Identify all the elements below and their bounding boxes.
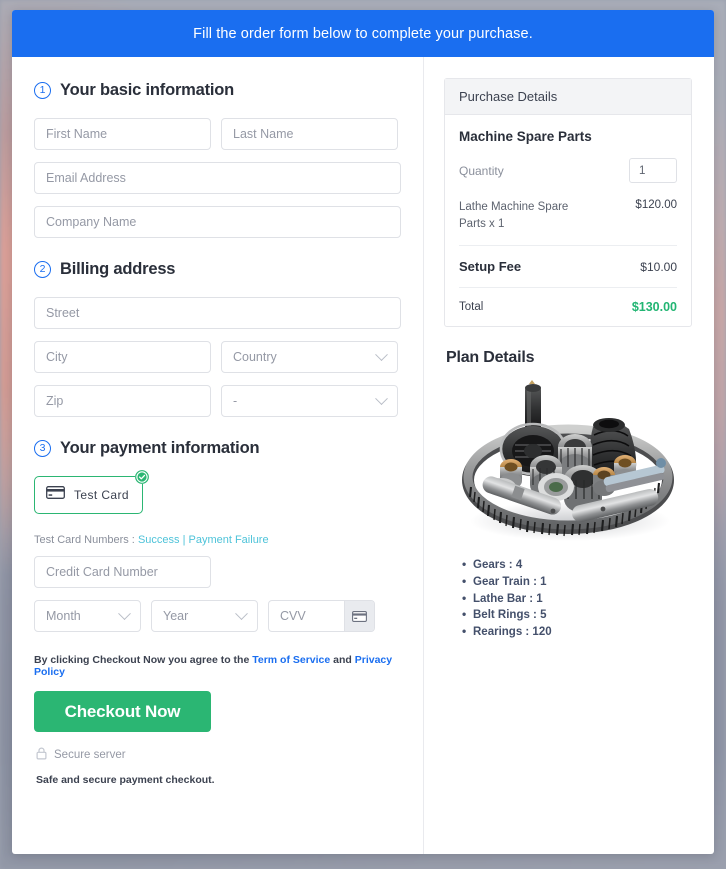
street-row: Street <box>34 297 401 329</box>
last-name-input[interactable]: Last Name <box>221 118 398 150</box>
cvv-placeholder: CVV <box>280 609 306 623</box>
machine-spare-parts-photo <box>462 380 674 542</box>
first-name-input[interactable]: First Name <box>34 118 211 150</box>
payment-method-wrapper: Test Card <box>34 470 149 514</box>
check-circle-icon <box>134 470 149 484</box>
line-item-amount: $120.00 <box>635 199 677 211</box>
credit-card-number-input[interactable]: Credit Card Number <box>34 556 211 588</box>
email-input[interactable]: Email Address <box>34 162 401 194</box>
purchase-details-body: Machine Spare Parts Quantity 1 Lathe Mac… <box>445 115 691 326</box>
line-item-row: Lathe Machine Spare Parts x 1 $120.00 <box>459 199 677 247</box>
chevron-down-icon <box>375 391 388 405</box>
country-select[interactable]: Country <box>221 341 398 373</box>
banner-text: Fill the order form below to complete yo… <box>193 25 533 42</box>
product-name: Machine Spare Parts <box>459 129 592 144</box>
name-row: First Name Last Name <box>34 118 401 150</box>
state-select-value: - <box>233 394 238 408</box>
order-form-column: 1 Your basic information First Name Last… <box>12 57 424 854</box>
payment-method-label: Test Card <box>74 488 129 502</box>
step-1-title: Your basic information <box>60 81 235 99</box>
zip-input[interactable]: Zip <box>34 385 211 417</box>
card-number-row: Credit Card Number <box>34 556 401 588</box>
test-card-numbers-line: Test Card Numbers : Success | Payment Fa… <box>34 534 401 546</box>
step-1-number: 1 <box>34 82 51 99</box>
quantity-row: Quantity 1 <box>459 158 677 183</box>
test-card-failure-link[interactable]: Payment Failure <box>189 534 269 546</box>
step-2-number: 2 <box>34 261 51 278</box>
city-input[interactable]: City <box>34 341 211 373</box>
expiry-month-select[interactable]: Month <box>34 600 141 632</box>
step-3-number: 3 <box>34 440 51 457</box>
summary-column: Purchase Details Machine Spare Parts Qua… <box>424 57 714 854</box>
credit-card-icon <box>46 486 65 504</box>
list-item: Gears : 4 <box>462 556 692 574</box>
payment-method-test-card[interactable]: Test Card <box>34 476 143 514</box>
terms-agreement-text: By clicking Checkout Now you agree to th… <box>34 654 401 678</box>
list-item: Lathe Bar : 1 <box>462 590 692 608</box>
email-row: Email Address <box>34 162 401 194</box>
total-amount: $130.00 <box>631 300 677 315</box>
secure-server-note: Secure server <box>36 747 401 763</box>
expiry-year-select[interactable]: Year <box>151 600 258 632</box>
expiry-year-value: Year <box>163 609 189 623</box>
plan-specs-list: Gears : 4 Gear Train : 1 Lathe Bar : 1 B… <box>462 556 692 641</box>
street-input[interactable]: Street <box>34 297 401 329</box>
secure-server-label: Secure server <box>54 749 126 761</box>
purchase-details-header: Purchase Details <box>445 79 691 115</box>
cvv-help-credit-card-icon[interactable] <box>344 601 374 631</box>
company-row: Company Name <box>34 206 401 238</box>
cvv-input[interactable]: CVV <box>268 600 375 632</box>
test-card-numbers-label: Test Card Numbers : <box>34 534 135 546</box>
setup-fee-row: Setup Fee $10.00 <box>459 246 677 289</box>
company-name-input[interactable]: Company Name <box>34 206 401 238</box>
step-3-title: Your payment information <box>60 439 260 457</box>
link-separator: | <box>182 534 186 546</box>
lock-icon <box>36 747 47 763</box>
list-item: Rearings : 120 <box>462 623 692 641</box>
total-label: Total <box>459 301 484 314</box>
city-country-row: City Country <box>34 341 401 373</box>
chevron-down-icon <box>375 347 388 361</box>
header-banner: Fill the order form below to complete yo… <box>12 10 714 57</box>
terms-and: and <box>333 654 352 666</box>
zip-state-row: Zip - <box>34 385 401 417</box>
terms-prefix: By clicking Checkout Now you agree to th… <box>34 654 250 666</box>
quantity-label: Quantity <box>459 163 504 178</box>
step-2-title: Billing address <box>60 260 176 278</box>
card-body: 1 Your basic information First Name Last… <box>12 57 714 854</box>
safe-checkout-note: Safe and secure payment checkout. <box>36 774 215 786</box>
country-select-value: Country <box>233 350 277 364</box>
step-payment-information: 3 Your payment information <box>34 439 401 458</box>
chevron-down-icon <box>118 606 131 620</box>
purchase-details-panel: Purchase Details Machine Spare Parts Qua… <box>444 78 692 328</box>
setup-fee-label: Setup Fee <box>459 259 522 275</box>
list-item: Gear Train : 1 <box>462 573 692 591</box>
expiry-month-value: Month <box>46 609 81 623</box>
plan-details-title: Plan Details <box>446 349 535 367</box>
quantity-input[interactable]: 1 <box>629 158 677 183</box>
step-basic-information: 1 Your basic information <box>34 81 401 100</box>
line-item-label: Lathe Machine Spare Parts x 1 <box>459 201 569 230</box>
checkout-card: Fill the order form below to complete yo… <box>12 10 714 854</box>
step-billing-address: 2 Billing address <box>34 260 401 279</box>
expiry-cvv-row: Month Year CVV <box>34 600 401 632</box>
test-card-success-link[interactable]: Success <box>138 534 180 546</box>
checkout-now-button[interactable]: Checkout Now <box>34 691 211 732</box>
term-of-service-link[interactable]: Term of Service <box>252 654 330 666</box>
setup-fee-amount: $10.00 <box>640 259 677 274</box>
list-item: Belt Rings : 5 <box>462 606 692 624</box>
total-row: Total $130.00 <box>459 288 677 314</box>
chevron-down-icon <box>235 606 248 620</box>
state-select[interactable]: - <box>221 385 398 417</box>
